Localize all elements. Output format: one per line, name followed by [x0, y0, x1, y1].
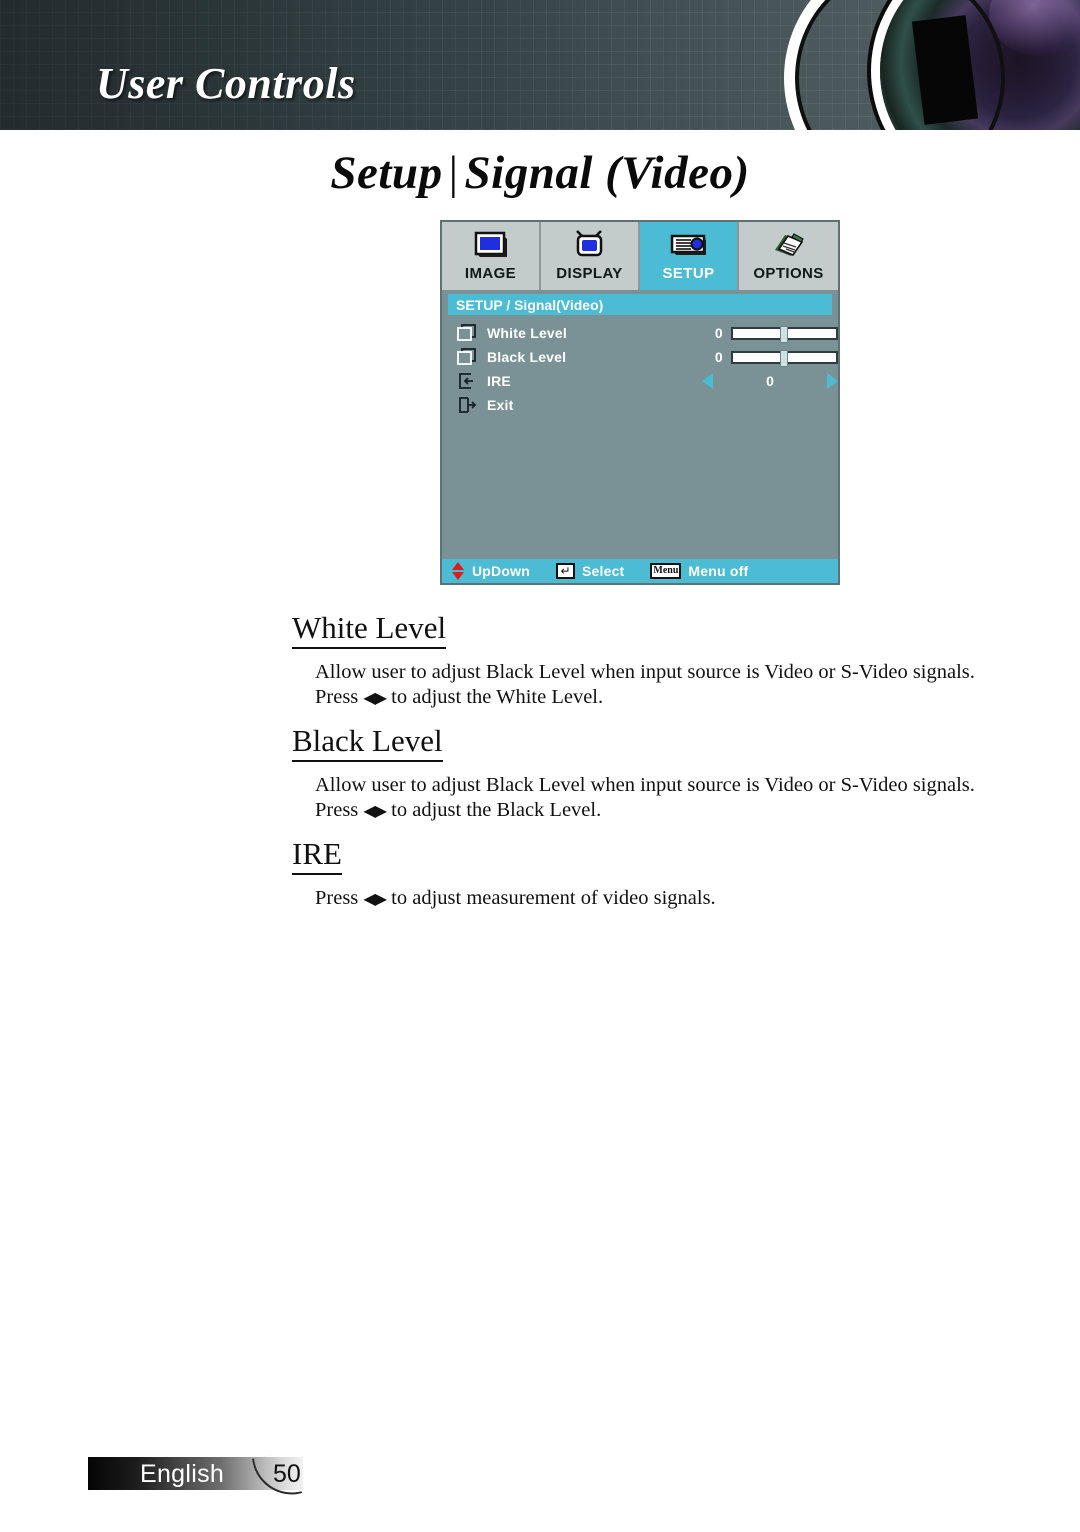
- enter-key-icon: ↵: [555, 563, 575, 579]
- tab-setup-label: SETUP: [662, 265, 715, 282]
- menu-row-ire[interactable]: IRE 0: [442, 369, 838, 393]
- osd-footer-bar: UpDown ↵ Select Menu Menu off: [442, 559, 838, 583]
- menu-row-white-level[interactable]: White Level 0: [442, 321, 838, 345]
- menu-row-black-level-label: Black Level: [487, 349, 567, 365]
- menu-button-icon: Menu: [650, 563, 682, 579]
- tab-options-label: OPTIONS: [753, 265, 824, 282]
- stacked-squares-icon: [456, 324, 478, 342]
- menu-row-ire-label: IRE: [487, 373, 511, 389]
- footer-updown: UpDown: [452, 562, 530, 580]
- page-title-prefix: Setup: [330, 147, 443, 199]
- section-heading-black-level: Black Level: [292, 723, 443, 762]
- menu-row-black-level-value: 0: [714, 349, 723, 365]
- page-title: Setup | Signal (Video): [0, 146, 1080, 200]
- white-level-slider[interactable]: [730, 325, 838, 343]
- footer-menu-off: Menu Menu off: [650, 563, 748, 579]
- footer-select: ↵ Select: [555, 563, 625, 579]
- section-heading-ire: IRE: [292, 836, 342, 875]
- osd-breadcrumb: SETUP / Signal(Video): [448, 294, 832, 315]
- section-body-black-level: Allow user to adjust Black Level when in…: [315, 773, 995, 823]
- black-level-slider-thumb[interactable]: [780, 349, 789, 367]
- tab-image[interactable]: IMAGE: [442, 222, 541, 290]
- osd-menu-screenshot: IMAGE DISPLAY SETUP OPTIONS SETUP / Sign…: [440, 220, 840, 585]
- tab-image-label: IMAGE: [464, 265, 517, 282]
- menu-row-exit-label: Exit: [487, 397, 514, 413]
- footer-select-label: Select: [581, 563, 625, 579]
- menu-row-black-level[interactable]: Black Level 0: [442, 345, 838, 369]
- left-right-arrows-icon: ◀▶: [363, 801, 387, 820]
- exit-door-icon: [456, 396, 478, 414]
- television-icon: [572, 227, 608, 263]
- menu-row-exit[interactable]: Exit: [442, 393, 838, 417]
- black-level-slider[interactable]: [730, 349, 838, 367]
- tab-options[interactable]: OPTIONS: [739, 222, 838, 290]
- ire-increase-arrow-icon[interactable]: [826, 373, 838, 389]
- menu-row-white-level-label: White Level: [487, 325, 567, 341]
- page-title-suffix: Signal (Video): [464, 147, 750, 199]
- lens-outer-ring: [784, 0, 1016, 130]
- ire-decrease-arrow-icon[interactable]: [702, 373, 713, 389]
- footer-page-number: 50: [273, 1460, 301, 1488]
- notepad-pencil-icon: [770, 227, 808, 263]
- osd-tab-bar: IMAGE DISPLAY SETUP OPTIONS: [442, 222, 838, 290]
- updown-arrows-icon: [452, 562, 465, 580]
- stacked-squares-icon: [456, 348, 478, 366]
- projector-icon: [669, 227, 709, 263]
- image-screen-icon: [473, 227, 509, 263]
- enter-box-icon: [456, 372, 478, 390]
- section-body-white-level: Allow user to adjust Black Level when in…: [315, 660, 995, 710]
- left-right-arrows-icon: ◀▶: [363, 688, 387, 707]
- white-level-slider-thumb[interactable]: [780, 325, 789, 343]
- tab-display[interactable]: DISPLAY: [541, 222, 640, 290]
- page-header-banner: User Controls: [0, 0, 1080, 130]
- osd-menu-rows: White Level 0 Black Level 0 IRE 0 Exit: [442, 315, 838, 417]
- tab-setup[interactable]: SETUP: [640, 222, 739, 290]
- page-title-separator: |: [448, 147, 459, 199]
- chapter-title: User Controls: [96, 59, 356, 108]
- section-body-ire: Press ◀▶ to adjust measurement of video …: [315, 886, 995, 911]
- tab-display-label: DISPLAY: [556, 265, 623, 282]
- footer-updown-label: UpDown: [472, 563, 530, 579]
- section-heading-white-level: White Level: [292, 610, 447, 649]
- left-right-arrows-icon: ◀▶: [363, 889, 387, 908]
- menu-row-white-level-value: 0: [714, 325, 723, 341]
- white-level-text-after: to adjust the White Level.: [386, 686, 604, 708]
- black-level-text-after: to adjust the Black Level.: [386, 799, 602, 821]
- ire-text-after: to adjust measurement of video signals.: [386, 887, 716, 909]
- footer-language-label: English: [140, 1460, 225, 1488]
- footer-menu-off-label: Menu off: [688, 563, 749, 579]
- ire-stepper[interactable]: 0: [702, 373, 838, 389]
- page-footer: English 50: [88, 1450, 303, 1502]
- ire-text-before: Press: [315, 887, 364, 909]
- menu-row-ire-value: 0: [766, 373, 774, 389]
